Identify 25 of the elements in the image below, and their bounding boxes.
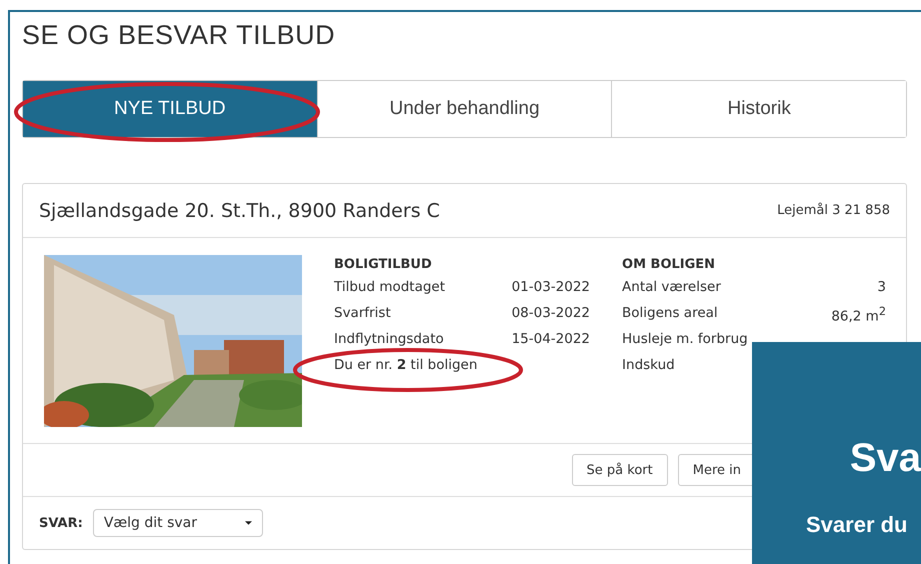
field-value: 3 <box>877 279 886 297</box>
address: Sjællandsgade 20. St.Th., 8900 Randers C <box>39 200 440 222</box>
field-value: 01-03-2022 <box>512 279 590 297</box>
field-label: Tilbud modtaget <box>334 279 446 297</box>
section-heading: BOLIGTILBUD <box>334 257 433 274</box>
tab[interactable]: Historik <box>611 81 906 137</box>
field-label: Svarfrist <box>334 305 391 323</box>
answer-dropdown[interactable]: Vælg dit svar <box>92 509 263 537</box>
field-label: Antal værelser <box>622 279 721 297</box>
field-label: Indflytningsdato <box>334 331 444 349</box>
panel-text: Svarer du <box>806 512 908 538</box>
action-button[interactable]: Se på kort <box>572 454 668 486</box>
field-label: Boligens areal <box>622 305 718 323</box>
panel-heading: Sva <box>850 436 921 481</box>
page-title: SE OG BESVAR TILBUD <box>22 20 336 52</box>
caret-icon <box>244 521 252 525</box>
section-heading: OM BOLIGEN <box>622 257 716 274</box>
answer-label: SVAR: <box>39 516 83 530</box>
field-value: 86,2 m$^{2}$ <box>831 305 886 326</box>
field-value: 08-03-2022 <box>512 305 590 323</box>
lease-number: Lejemål 3 21 858 <box>777 203 890 218</box>
field-label: Du er nr. 2 til boligen <box>334 357 478 375</box>
field-value: 15-04-2022 <box>512 331 590 349</box>
field-label: Husleje m. forbrug <box>622 331 748 349</box>
field-label: Indskud <box>622 357 675 375</box>
